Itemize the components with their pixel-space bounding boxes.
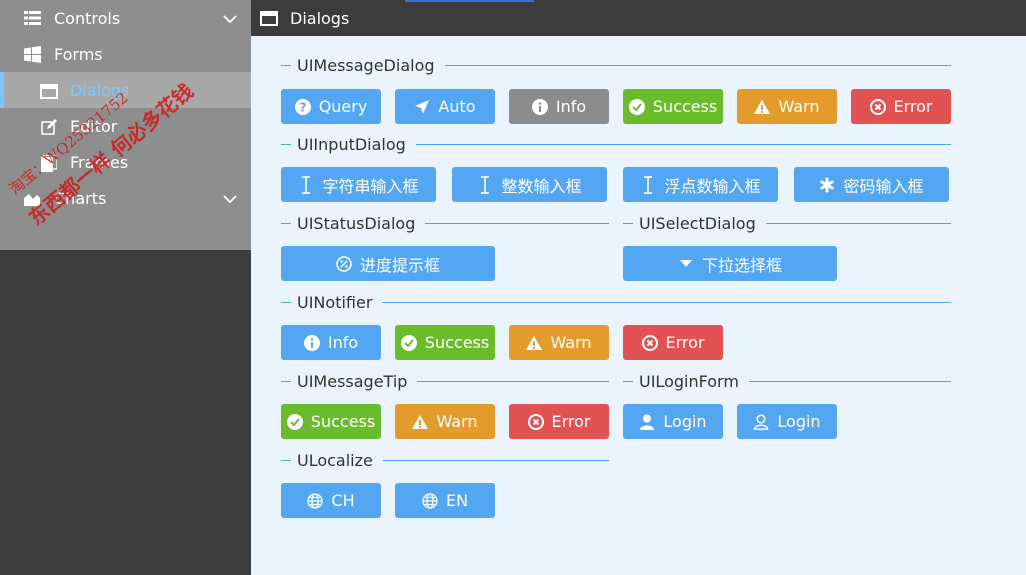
sidebar: Controls Forms Dialogs Editor Frames Cha… xyxy=(0,0,251,575)
times-circle-icon xyxy=(527,413,544,430)
location-arrow-icon xyxy=(414,99,430,115)
group-login-form: UILoginForm xyxy=(623,371,951,391)
group-status-dialog: UIStatusDialog xyxy=(281,213,609,233)
sidebar-item-forms[interactable]: Forms xyxy=(0,36,251,72)
user-outline-icon xyxy=(753,413,769,430)
login-outline-button[interactable]: Login xyxy=(737,404,837,439)
check-circle-icon xyxy=(400,334,417,351)
tip-warn-button[interactable]: Warn xyxy=(395,404,495,439)
edit-icon xyxy=(40,118,58,136)
chevron-down-icon[interactable] xyxy=(222,11,238,25)
text-cursor-icon xyxy=(477,175,493,194)
notifier-info-button[interactable]: Info xyxy=(281,325,381,360)
group-message-dialog: UIMessageDialog xyxy=(281,55,951,75)
float-input-button[interactable]: 浮点数输入框 xyxy=(623,167,778,202)
question-circle-icon: ? xyxy=(294,98,311,115)
page-header: Dialogs xyxy=(251,0,1026,36)
percent-circle-icon xyxy=(336,255,352,272)
error-button[interactable]: Error xyxy=(851,89,951,124)
localize-ch-button[interactable]: CH xyxy=(281,483,381,518)
active-indicator xyxy=(0,72,4,108)
sidebar-item-label: Frames xyxy=(70,152,129,172)
info-circle-icon xyxy=(531,98,548,115)
user-icon xyxy=(639,414,655,430)
tip-success-button[interactable]: Success xyxy=(281,404,381,439)
group-notifier: UINotifier xyxy=(281,292,951,312)
text-cursor-icon xyxy=(640,175,656,194)
group-title: UIStatusDialog xyxy=(297,213,416,233)
group-select-dialog: UISelectDialog xyxy=(623,213,951,233)
sidebar-item-dialogs[interactable]: Dialogs xyxy=(0,72,251,108)
notifier-error-button[interactable]: Error xyxy=(623,325,723,360)
globe-icon xyxy=(422,492,438,509)
tip-error-button[interactable]: Error xyxy=(509,404,609,439)
dropdown-select-button[interactable]: 下拉选择框 xyxy=(623,246,837,281)
localize-en-button[interactable]: EN xyxy=(395,483,495,518)
sidebar-item-label: Charts xyxy=(54,188,107,208)
sidebar-item-editor[interactable]: Editor xyxy=(0,108,251,144)
text-cursor-icon xyxy=(298,175,314,194)
sidebar-item-label: Editor xyxy=(70,116,118,136)
notifier-success-button[interactable]: Success xyxy=(395,325,495,360)
integer-input-button[interactable]: 整数输入框 xyxy=(452,167,607,202)
group-title: UISelectDialog xyxy=(639,213,756,233)
window-icon xyxy=(40,82,58,100)
sidebar-item-controls[interactable]: Controls xyxy=(0,0,251,36)
info-button[interactable]: Info xyxy=(509,89,609,124)
asterisk-icon xyxy=(819,177,835,193)
tab-indicator xyxy=(405,0,534,2)
area-chart-icon xyxy=(23,190,41,208)
group-message-tip: UIMessageTip xyxy=(281,371,609,391)
window-icon xyxy=(260,9,278,27)
group-title: UIMessageDialog xyxy=(297,55,435,75)
check-circle-icon xyxy=(286,413,303,430)
password-input-button[interactable]: 密码输入框 xyxy=(794,167,949,202)
sidebar-nav: Controls Forms Dialogs Editor Frames Cha… xyxy=(0,0,251,250)
sidebar-item-label: Dialogs xyxy=(70,80,130,100)
group-title: UILoginForm xyxy=(639,371,739,391)
notifier-warn-button[interactable]: Warn xyxy=(509,325,609,360)
windows-icon xyxy=(23,45,41,63)
login-button[interactable]: Login xyxy=(623,404,723,439)
page-title: Dialogs xyxy=(290,8,350,28)
group-title: UIInputDialog xyxy=(297,134,406,154)
progress-dialog-button[interactable]: 进度提示框 xyxy=(281,246,495,281)
check-circle-icon xyxy=(628,98,645,115)
sidebar-item-frames[interactable]: Frames xyxy=(0,144,251,180)
frames-icon xyxy=(40,154,58,172)
info-circle-icon xyxy=(303,334,320,351)
auto-button[interactable]: Auto xyxy=(395,89,495,124)
list-icon xyxy=(23,9,41,27)
sidebar-item-label: Forms xyxy=(54,44,103,64)
warn-button[interactable]: Warn xyxy=(737,89,837,124)
group-input-dialog: UIInputDialog xyxy=(281,134,951,154)
times-circle-icon xyxy=(869,98,886,115)
warning-icon xyxy=(754,99,771,115)
group-title: UINotifier xyxy=(297,292,373,312)
chevron-down-icon[interactable] xyxy=(222,191,238,205)
group-title: UIMessageTip xyxy=(297,371,408,391)
svg-text:?: ? xyxy=(299,100,306,114)
caret-down-icon xyxy=(678,256,694,272)
warning-icon xyxy=(412,414,429,430)
sidebar-item-charts[interactable]: Charts xyxy=(0,180,251,216)
group-title: ULocalize xyxy=(297,450,373,470)
query-button[interactable]: ? Query xyxy=(281,89,381,124)
group-localize: ULocalize xyxy=(281,450,609,470)
times-circle-icon xyxy=(641,334,658,351)
warning-icon xyxy=(526,335,543,351)
globe-icon xyxy=(307,492,324,509)
string-input-button[interactable]: 字符串输入框 xyxy=(281,167,436,202)
success-button[interactable]: Success xyxy=(623,89,723,124)
dialogs-page: UIMessageDialog ? Query Auto Info Succes… xyxy=(251,36,1026,575)
sidebar-item-label: Controls xyxy=(54,8,121,28)
